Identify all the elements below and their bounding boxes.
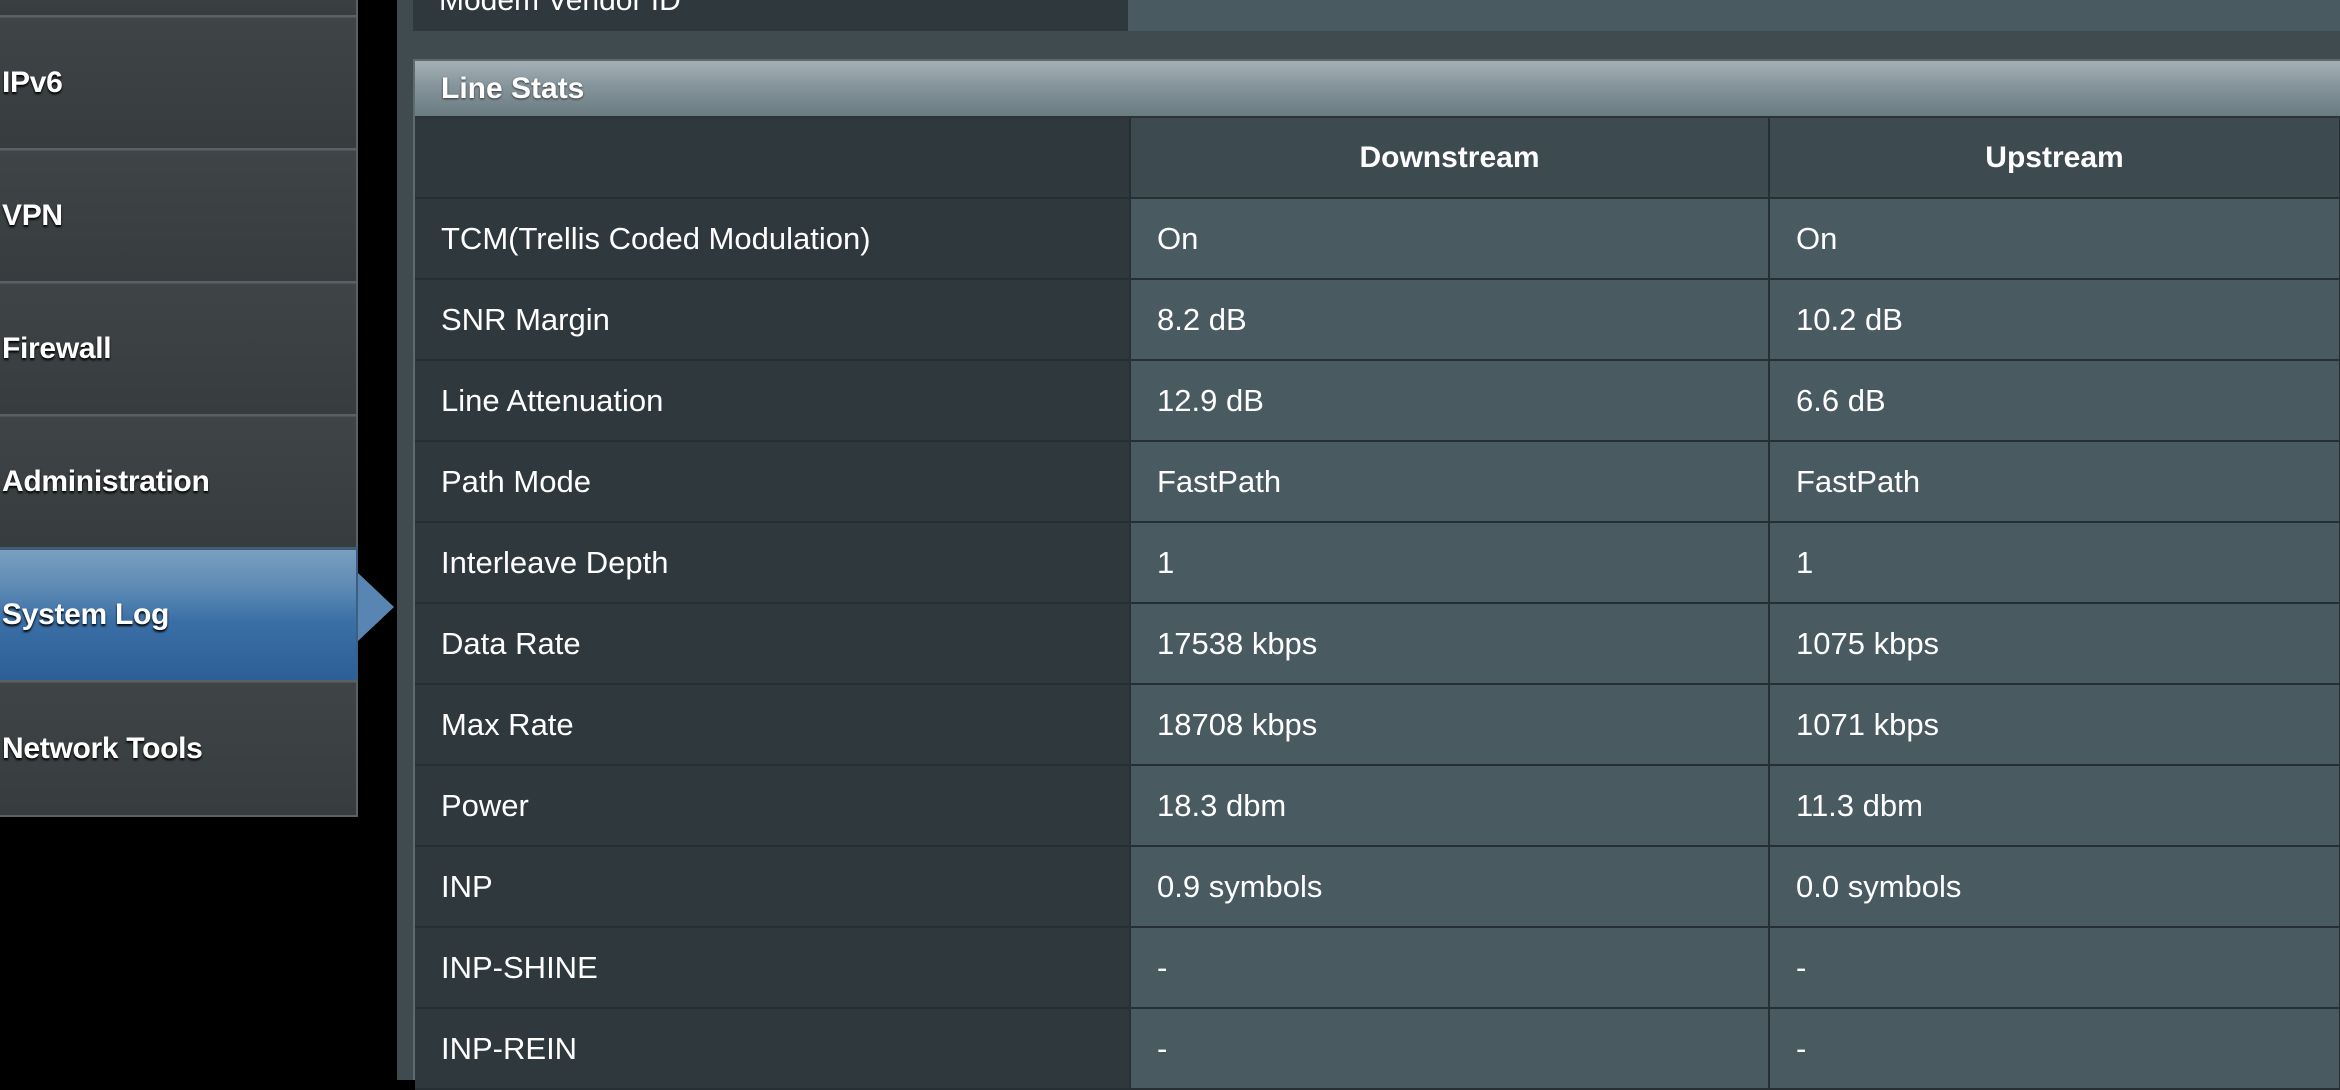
- upstream-value: 1075 kbps: [1769, 603, 2340, 685]
- sidebar-item-label: Administration: [2, 464, 210, 498]
- sidebar-item-administration[interactable]: Administration: [0, 414, 358, 549]
- row-label: SNR Margin: [415, 279, 1131, 361]
- upstream-value: 1071 kbps: [1769, 684, 2340, 766]
- downstream-value: 17538 kbps: [1130, 603, 1770, 685]
- row-label: Modem Vendor ID: [439, 0, 681, 17]
- upstream-value: On: [1769, 198, 2340, 280]
- downstream-value: 12.9 dB: [1130, 360, 1770, 442]
- sidebar-item-system-log[interactable]: System Log: [0, 547, 358, 682]
- sidebar-item-ipv6[interactable]: IPv6: [0, 15, 358, 150]
- column-header-downstream: Downstream: [1130, 118, 1770, 199]
- downstream-value: -: [1130, 927, 1770, 1009]
- row-label: Path Mode: [415, 441, 1131, 523]
- row-label: Line Attenuation: [415, 360, 1131, 442]
- table-row: Data Rate 17538 kbps 1075 kbps: [415, 603, 2340, 685]
- upstream-value: 10.2 dB: [1769, 279, 2340, 361]
- table-row: SNR Margin 8.2 dB 10.2 dB: [415, 279, 2340, 361]
- downstream-value: 18.3 dbm: [1130, 765, 1770, 847]
- main-panel: Modem Vendor ID Line Stats Downstream Up…: [397, 0, 2340, 1090]
- sidebar-menu: IPv6 VPN Firewall Administration System …: [0, 0, 400, 1080]
- table-row: TCM(Trellis Coded Modulation) On On: [415, 198, 2340, 280]
- row-label: Power: [415, 765, 1131, 847]
- row-label: INP-SHINE: [415, 927, 1131, 1009]
- upstream-value: 0.0 symbols: [1769, 846, 2340, 928]
- table-row: Max Rate 18708 kbps 1071 kbps: [415, 684, 2340, 766]
- line-stats-section: Line Stats Downstream Upstream TCM(Trell…: [413, 59, 2340, 1090]
- upstream-value: -: [1769, 927, 2340, 1009]
- section-title: Line Stats: [441, 71, 585, 105]
- sidebar-item-label: Network Tools: [2, 731, 203, 765]
- sidebar-item-label: IPv6: [2, 65, 63, 99]
- upstream-value: 11.3 dbm: [1769, 765, 2340, 847]
- column-header-upstream: Upstream: [1769, 118, 2340, 199]
- downstream-value: -: [1130, 1008, 1770, 1090]
- upstream-value: -: [1769, 1008, 2340, 1090]
- downstream-value: 1: [1130, 522, 1770, 604]
- section-header: Line Stats: [415, 61, 2340, 118]
- table-row: Path Mode FastPath FastPath: [415, 441, 2340, 523]
- row-label: TCM(Trellis Coded Modulation): [415, 198, 1131, 280]
- table-row: Interleave Depth 1 1: [415, 522, 2340, 604]
- sidebar-item-label: VPN: [2, 198, 63, 232]
- downstream-value: 0.9 symbols: [1130, 846, 1770, 928]
- row-value: [1128, 0, 2340, 31]
- downstream-value: 8.2 dB: [1130, 279, 1770, 361]
- previous-table-row: Modem Vendor ID: [413, 0, 2340, 31]
- table-header-row: Downstream Upstream: [415, 118, 2340, 199]
- sidebar-item-firewall[interactable]: Firewall: [0, 281, 358, 416]
- header-blank-cell: [415, 118, 1131, 199]
- downstream-value: On: [1130, 198, 1770, 280]
- table-row: INP-REIN - -: [415, 1008, 2340, 1090]
- upstream-value: FastPath: [1769, 441, 2340, 523]
- row-label: Interleave Depth: [415, 522, 1131, 604]
- upstream-value: 1: [1769, 522, 2340, 604]
- downstream-value: FastPath: [1130, 441, 1770, 523]
- table-row: INP-SHINE - -: [415, 927, 2340, 1009]
- sidebar-item-network-tools[interactable]: Network Tools: [0, 680, 358, 817]
- table-row: INP 0.9 symbols 0.0 symbols: [415, 846, 2340, 928]
- sidebar-item-vpn[interactable]: VPN: [0, 148, 358, 283]
- table-row: Power 18.3 dbm 11.3 dbm: [415, 765, 2340, 847]
- line-stats-table: Downstream Upstream TCM(Trellis Coded Mo…: [415, 118, 2340, 1090]
- sidebar-item-label: System Log: [2, 597, 170, 631]
- row-label: Max Rate: [415, 684, 1131, 766]
- table-row: Line Attenuation 12.9 dB 6.6 dB: [415, 360, 2340, 442]
- active-item-arrow-icon: [358, 573, 394, 641]
- row-label: Data Rate: [415, 603, 1131, 685]
- downstream-value: 18708 kbps: [1130, 684, 1770, 766]
- sidebar-item-label: Firewall: [2, 331, 112, 365]
- row-label: INP: [415, 846, 1131, 928]
- upstream-value: 6.6 dB: [1769, 360, 2340, 442]
- row-label: INP-REIN: [415, 1008, 1131, 1090]
